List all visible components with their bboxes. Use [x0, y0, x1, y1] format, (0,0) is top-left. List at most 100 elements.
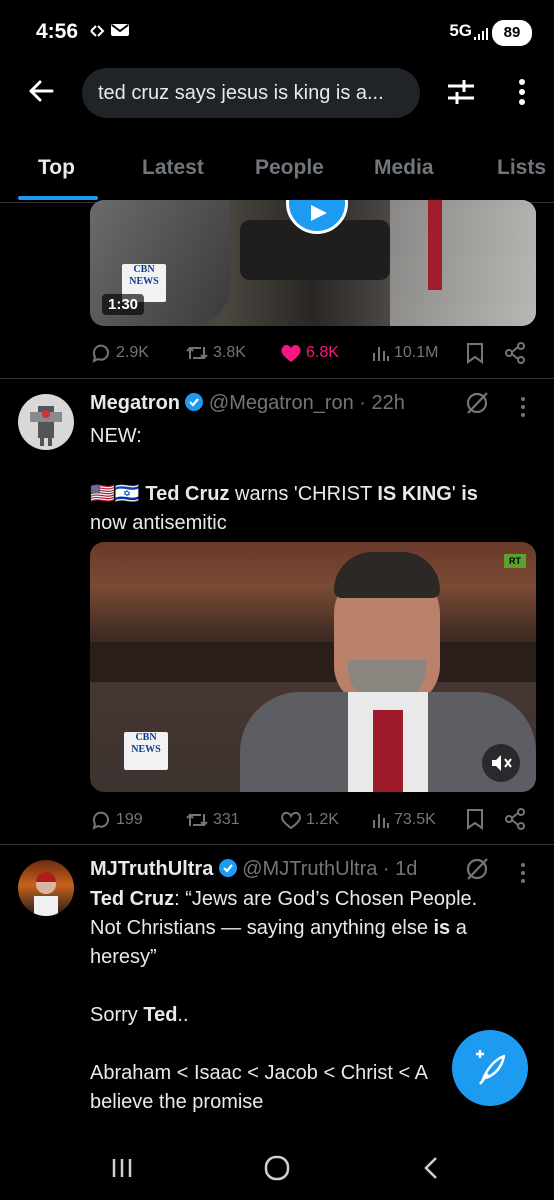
reply-icon: [92, 344, 109, 363]
retweet-button[interactable]: 331: [185, 810, 240, 830]
play-button-icon[interactable]: [286, 200, 348, 234]
video-scene-person-right: [390, 200, 536, 326]
reply-count: 2.9K: [116, 344, 149, 361]
tweet-line: NEW:: [90, 425, 142, 447]
network-type: 5G: [449, 21, 472, 40]
author-name[interactable]: Megatron: [90, 392, 180, 414]
bookmark-icon[interactable]: [466, 342, 484, 369]
status-bar: 4:56 5G 89: [0, 0, 554, 64]
reply-button[interactable]: 199: [90, 810, 143, 830]
author-handle: @Megatron_ron · 22h: [208, 392, 405, 414]
cbn-news-logo: CBN NEWS: [124, 732, 168, 770]
avatar[interactable]: [18, 860, 74, 916]
tab-media[interactable]: Media: [374, 156, 434, 180]
share-icon[interactable]: [504, 342, 526, 369]
retweet-icon: [186, 813, 208, 827]
reply-icon: [92, 811, 109, 830]
like-button[interactable]: 6.8K: [280, 343, 339, 363]
views-count: 10.1M: [394, 344, 439, 361]
back-arrow-icon[interactable]: [26, 76, 56, 106]
views-icon: [373, 814, 389, 828]
views-count: 73.5K: [394, 811, 436, 828]
retweet-count: 3.8K: [213, 344, 246, 361]
search-input[interactable]: ted cruz says jesus is king is a...: [82, 68, 420, 118]
search-query: ted cruz says jesus is king is a...: [98, 82, 384, 104]
signal-assistant-icon: [88, 22, 106, 45]
reply-button[interactable]: 2.9K: [90, 343, 149, 363]
text-span: ..: [177, 1004, 189, 1026]
author-name[interactable]: MJTruthUltra: [90, 858, 213, 880]
retweet-icon: [186, 346, 208, 360]
tweet-text: NEW: 🇺🇸🇮🇱 Ted Cruz warns 'CHRIST IS KING…: [90, 422, 530, 538]
tweet-more-icon[interactable]: [518, 396, 528, 423]
bookmark-icon[interactable]: [466, 808, 484, 835]
heart-outline-icon: [281, 811, 301, 830]
verified-badge-icon: [218, 858, 238, 878]
tweet-line: now antisemitic: [90, 512, 227, 534]
views-button[interactable]: 73.5K: [372, 810, 436, 830]
like-button[interactable]: 1.2K: [280, 810, 339, 830]
bold-text: IS KING: [377, 483, 452, 505]
rt-logo: RT: [504, 554, 526, 568]
tweet-header: MJTruthUltra @MJTruthUltra · 1d: [90, 858, 417, 881]
mail-icon: [110, 22, 130, 43]
divider: [0, 844, 554, 845]
tweet-line: heresy”: [90, 946, 157, 968]
tweet-line: Not Christians — saying anything else is…: [90, 914, 530, 943]
back-nav-icon[interactable]: [420, 1154, 444, 1187]
bold-text: is: [433, 917, 451, 939]
text-span: Sorry: [90, 1004, 144, 1026]
like-count: 1.2K: [306, 811, 339, 828]
video-scene-tie: [428, 200, 442, 290]
like-count: 6.8K: [306, 344, 339, 361]
tweet-line: Sorry Ted..: [90, 1001, 530, 1030]
flag-emoji: 🇺🇸🇮🇱: [90, 483, 140, 505]
video-scene-hair: [334, 552, 440, 598]
recent-apps-icon[interactable]: [110, 1156, 134, 1185]
mute-icon[interactable]: [482, 744, 520, 782]
bold-text: is: [461, 483, 478, 505]
search-filter-icon[interactable]: [446, 76, 476, 108]
active-tab-indicator: [18, 196, 98, 200]
grok-icon[interactable]: [464, 390, 490, 421]
heart-filled-icon: [281, 345, 301, 362]
share-icon[interactable]: [504, 808, 526, 835]
bold-text: Ted Cruz: [145, 483, 230, 505]
tab-lists[interactable]: Lists: [497, 156, 546, 180]
video-scene-tie: [373, 710, 403, 792]
retweet-button[interactable]: 3.8K: [185, 343, 246, 363]
tweet-line: 🇺🇸🇮🇱 Ted Cruz warns 'CHRIST IS KING' is: [90, 480, 530, 509]
compose-post-button[interactable]: [452, 1030, 528, 1106]
views-button[interactable]: 10.1M: [372, 343, 438, 363]
battery-level: 89: [492, 20, 532, 46]
signal-bars-icon: [474, 27, 490, 40]
tab-top[interactable]: Top: [38, 156, 75, 180]
tab-bar: Top Latest People Media Lists: [0, 140, 554, 203]
grok-icon[interactable]: [464, 856, 490, 887]
system-nav-bar: [0, 1136, 554, 1200]
video-duration: 1:30: [102, 294, 145, 315]
text-span: warns 'CHRIST: [229, 483, 378, 505]
bold-text: Ted: [143, 1004, 178, 1026]
divider: [0, 378, 554, 379]
status-time: 4:56: [36, 20, 79, 43]
tab-latest[interactable]: Latest: [142, 156, 204, 180]
avatar[interactable]: [18, 394, 74, 450]
views-icon: [373, 347, 389, 361]
author-handle: @MJTruthUltra · 1d: [242, 858, 418, 880]
verified-badge-icon: [184, 392, 204, 412]
feather-plus-icon: [476, 1050, 506, 1085]
bold-text: Ted Cruz: [90, 888, 175, 910]
text-span: ': [451, 483, 462, 505]
retweet-count: 331: [213, 811, 240, 828]
tweet-video-thumbnail[interactable]: CBN NEWS 1:30: [90, 200, 536, 326]
reply-count: 199: [116, 811, 143, 828]
tweet-header: Megatron @Megatron_ron · 22h: [90, 392, 405, 415]
more-options-icon[interactable]: [512, 76, 532, 108]
tab-people[interactable]: People: [255, 156, 324, 180]
tweet-video-thumbnail[interactable]: RT CBN NEWS: [90, 542, 536, 792]
tweet-line: Ted Cruz: “Jews are God’s Chosen People.: [90, 885, 530, 914]
video-scene-backdrop: [90, 642, 536, 682]
home-icon[interactable]: [263, 1154, 291, 1187]
text-span: a: [450, 917, 467, 939]
